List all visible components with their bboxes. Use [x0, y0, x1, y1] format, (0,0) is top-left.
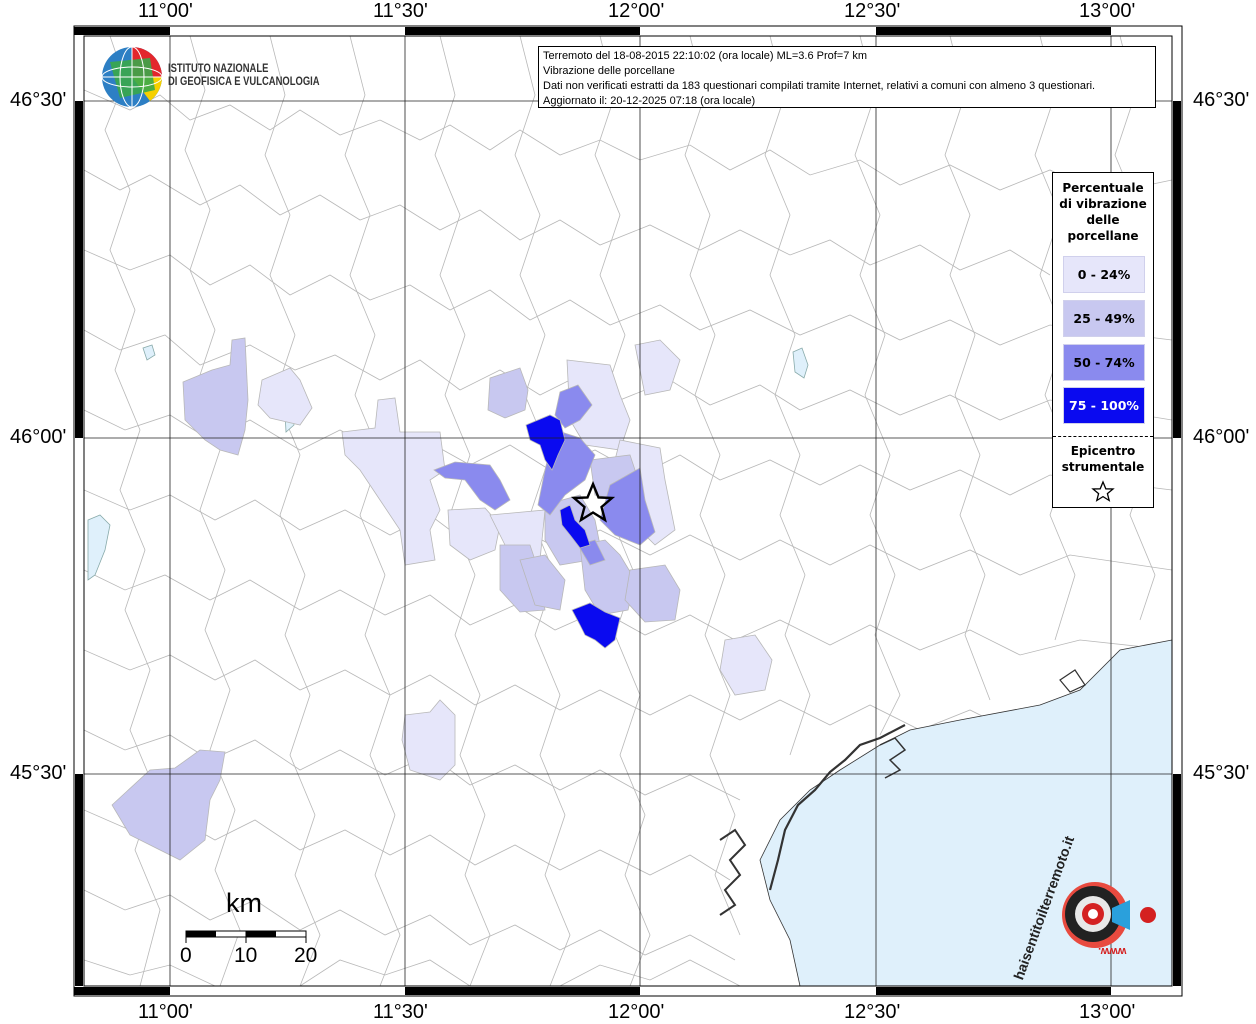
lon-label-bottom-2: 11°30' — [373, 1001, 428, 1023]
ingv-logo-text: ISTITUTO NAZIONALE DI GEOFISICA E VULCAN… — [168, 63, 320, 89]
legend-item-0-24: 0 - 24% — [1063, 256, 1145, 293]
map-subject: Vibrazione delle porcellane — [543, 65, 675, 77]
lon-label-top-4: 12°30' — [844, 0, 901, 22]
legend-title-line: delle — [1086, 213, 1120, 227]
scale-label-10: 10 — [234, 944, 258, 967]
event-info-box: Terremoto del 18-08-2015 22:10:02 (ora l… — [538, 46, 1156, 108]
map-figure: 11°00' 11°30' 12°00' 12°30' 13°00' 11°00… — [0, 0, 1256, 1024]
lon-label-top-3: 12°00' — [608, 0, 665, 22]
legend-title: Percentuale di vibrazione delle porcella… — [1053, 180, 1153, 244]
star-icon — [1091, 480, 1115, 502]
hst-logo-text: haisentitoilterremoto.it — [1010, 834, 1077, 982]
legend-separator — [1053, 436, 1153, 437]
legend-title-line: porcellane — [1067, 229, 1139, 243]
data-note: Dati non verificati estratti da 183 ques… — [543, 80, 1096, 92]
scale-label-20: 20 — [294, 944, 318, 967]
lat-label-right-1: 46°30' — [1193, 89, 1250, 111]
event-title: Terremoto del 18-08-2015 22:10:02 (ora l… — [543, 50, 868, 62]
legend-title-line: Percentuale — [1062, 181, 1144, 195]
legend-epicenter-line: strumentale — [1061, 460, 1145, 474]
ingv-line-1: ISTITUTO NAZIONALE — [168, 63, 269, 75]
legend-epicenter-line: Epicentro — [1070, 444, 1136, 458]
legend-item-25-49: 25 - 49% — [1063, 300, 1145, 337]
lon-label-bottom-4: 12°30' — [844, 1001, 901, 1023]
scale-unit: km — [226, 888, 262, 918]
update-time: Aggiornato il: 20-12-2025 07:18 (ora loc… — [543, 95, 756, 107]
lat-label-right-2: 46°00' — [1193, 426, 1250, 448]
lat-label-left-2: 46°00' — [10, 426, 67, 448]
legend-epicenter-label: Epicentro strumentale — [1053, 443, 1153, 475]
lon-label-top-2: 11°30' — [373, 0, 428, 22]
legend-title-line: di vibrazione — [1059, 197, 1147, 211]
legend-item-75-100: 75 - 100% — [1063, 387, 1145, 424]
scale-label-0: 0 — [180, 944, 192, 967]
map-canvas — [73, 25, 1183, 997]
hst-www: www. — [1098, 945, 1127, 957]
lon-label-bottom-1: 11°00' — [138, 1001, 193, 1023]
ingv-line-2: DI GEOFISICA E VULCANOLOGIA — [168, 76, 320, 88]
lon-label-bottom-3: 12°00' — [608, 1001, 665, 1023]
lat-label-left-1: 46°30' — [10, 89, 67, 111]
lat-label-left-3: 45°30' — [10, 762, 67, 784]
legend: Percentuale di vibrazione delle porcella… — [1052, 172, 1154, 508]
lon-label-top-1: 11°00' — [138, 0, 193, 22]
legend-item-50-74: 50 - 74% — [1063, 344, 1145, 381]
ingv-logo-icon — [101, 46, 163, 108]
lon-label-top-5: 13°00' — [1079, 0, 1136, 22]
lat-label-right-3: 45°30' — [1193, 762, 1250, 784]
lon-label-bottom-5: 13°00' — [1079, 1001, 1136, 1023]
